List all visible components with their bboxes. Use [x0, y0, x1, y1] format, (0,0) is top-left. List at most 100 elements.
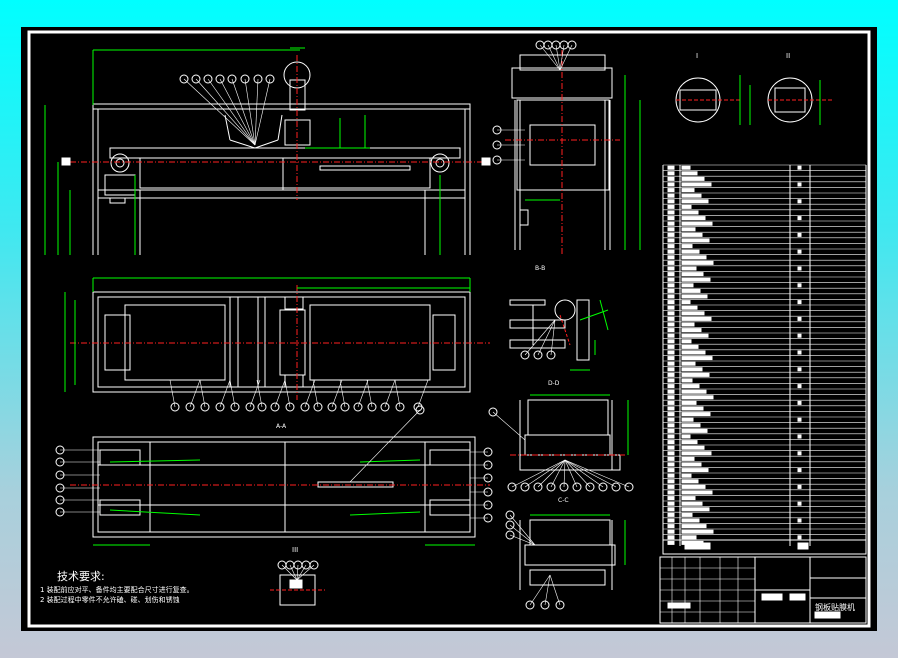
- outline-rect: [681, 204, 692, 209]
- outline-rect: [667, 316, 675, 321]
- outline-rect: [667, 540, 675, 545]
- outline-rect: [667, 199, 675, 204]
- outline-rect: [681, 412, 711, 417]
- outline-rect: [667, 512, 675, 517]
- outline-rect: [797, 266, 802, 271]
- outline-rect: [797, 417, 802, 422]
- cad-drawing-sheet: 技术要求: 1 装配前应对平、备件均主要配合尺寸进行复查。 2 装配过程中零件不…: [21, 27, 877, 631]
- outline-rect: [797, 384, 802, 389]
- outline-rect: [61, 157, 71, 166]
- outline-rect: [667, 462, 675, 467]
- outline-rect: [667, 484, 675, 489]
- outline-rect: [667, 378, 675, 383]
- outline-rect: [797, 451, 802, 456]
- outline-rect: [667, 501, 675, 506]
- outline-rect: [667, 249, 675, 254]
- outline-rect: [667, 283, 675, 288]
- outline-rect: [667, 300, 675, 305]
- outline-rect: [667, 255, 675, 260]
- outline-rect: [481, 157, 491, 166]
- outline-rect: [289, 579, 303, 589]
- outline-rect: [681, 501, 703, 506]
- outline-rect: [667, 176, 675, 181]
- outline-rect: [667, 328, 675, 333]
- outline-rect: [667, 479, 675, 484]
- outline-rect: [681, 524, 707, 529]
- outline-rect: [681, 221, 713, 226]
- outline-rect: [667, 490, 675, 495]
- outline-rect: [797, 165, 802, 170]
- outline-rect: [797, 316, 802, 321]
- outline-rect: [681, 434, 691, 439]
- outline-rect: [681, 216, 706, 221]
- detail-label-2: II: [786, 52, 790, 60]
- outline-rect: [681, 294, 708, 299]
- outline-rect: [681, 176, 705, 181]
- outline-rect: [667, 602, 691, 609]
- outline-rect: [667, 507, 675, 512]
- outline-rect: [667, 535, 675, 540]
- outline-rect: [667, 367, 675, 372]
- outline-rect: [681, 232, 703, 237]
- outline-rect: [681, 277, 711, 282]
- outline-rect: [681, 165, 691, 170]
- outline-rect: [681, 328, 702, 333]
- outline-rect: [681, 300, 691, 305]
- outline-rect: [667, 412, 675, 417]
- outline-rect: [797, 501, 802, 506]
- outline-rect: [797, 518, 802, 523]
- detail-label-3: III: [292, 546, 298, 554]
- outline-rect: [797, 249, 802, 254]
- outline-rect: [681, 507, 710, 512]
- outline-rect: [681, 188, 695, 193]
- outline-rect: [681, 350, 706, 355]
- outline-rect: [667, 171, 675, 176]
- outline-rect: [797, 232, 802, 237]
- outline-rect: [681, 372, 710, 377]
- notes-heading: 技术要求:: [57, 570, 105, 583]
- outline-rect: [667, 277, 675, 282]
- outline-rect: [681, 417, 694, 422]
- title-block-title: 钢板贴膜机: [815, 602, 855, 612]
- outline-rect: [797, 468, 802, 473]
- outline-rect: [667, 434, 675, 439]
- outline-rect: [797, 199, 802, 204]
- outline-rect: [667, 468, 675, 473]
- outline-rect: [797, 542, 809, 550]
- outline-rect: [681, 518, 700, 523]
- outline-rect: [681, 171, 698, 176]
- outline-rect: [684, 542, 711, 550]
- outline-rect: [797, 400, 802, 405]
- outline-rect: [681, 512, 693, 517]
- outline-rect: [667, 445, 675, 450]
- outline-rect: [667, 266, 675, 271]
- outline-rect: [681, 400, 697, 405]
- outline-rect: [667, 518, 675, 523]
- outline-rect: [667, 193, 675, 198]
- outline-rect: [681, 356, 713, 361]
- outline-rect: [681, 395, 714, 400]
- outline-rect: [797, 484, 802, 489]
- outline-rect: [797, 182, 802, 187]
- outline-rect: [667, 188, 675, 193]
- outline-rect: [667, 333, 675, 338]
- outline-rect: [681, 473, 692, 478]
- outline-rect: [797, 283, 802, 288]
- outline-rect: [667, 406, 675, 411]
- outline-rect: [681, 428, 708, 433]
- outline-rect: [681, 462, 702, 467]
- view-label-dd: D-D: [548, 380, 560, 387]
- outline-rect: [681, 479, 699, 484]
- outline-rect: [681, 255, 707, 260]
- outline-rect: [681, 529, 714, 534]
- outline-rect: [681, 378, 693, 383]
- outline-rect: [797, 333, 802, 338]
- outline-rect: [667, 216, 675, 221]
- outline-rect: [681, 339, 692, 344]
- outline-rect: [667, 372, 675, 377]
- outline-rect: [761, 593, 783, 601]
- outline-rect: [681, 249, 700, 254]
- outline-rect: [667, 210, 675, 215]
- outline-rect: [681, 193, 702, 198]
- outline-rect: [681, 283, 694, 288]
